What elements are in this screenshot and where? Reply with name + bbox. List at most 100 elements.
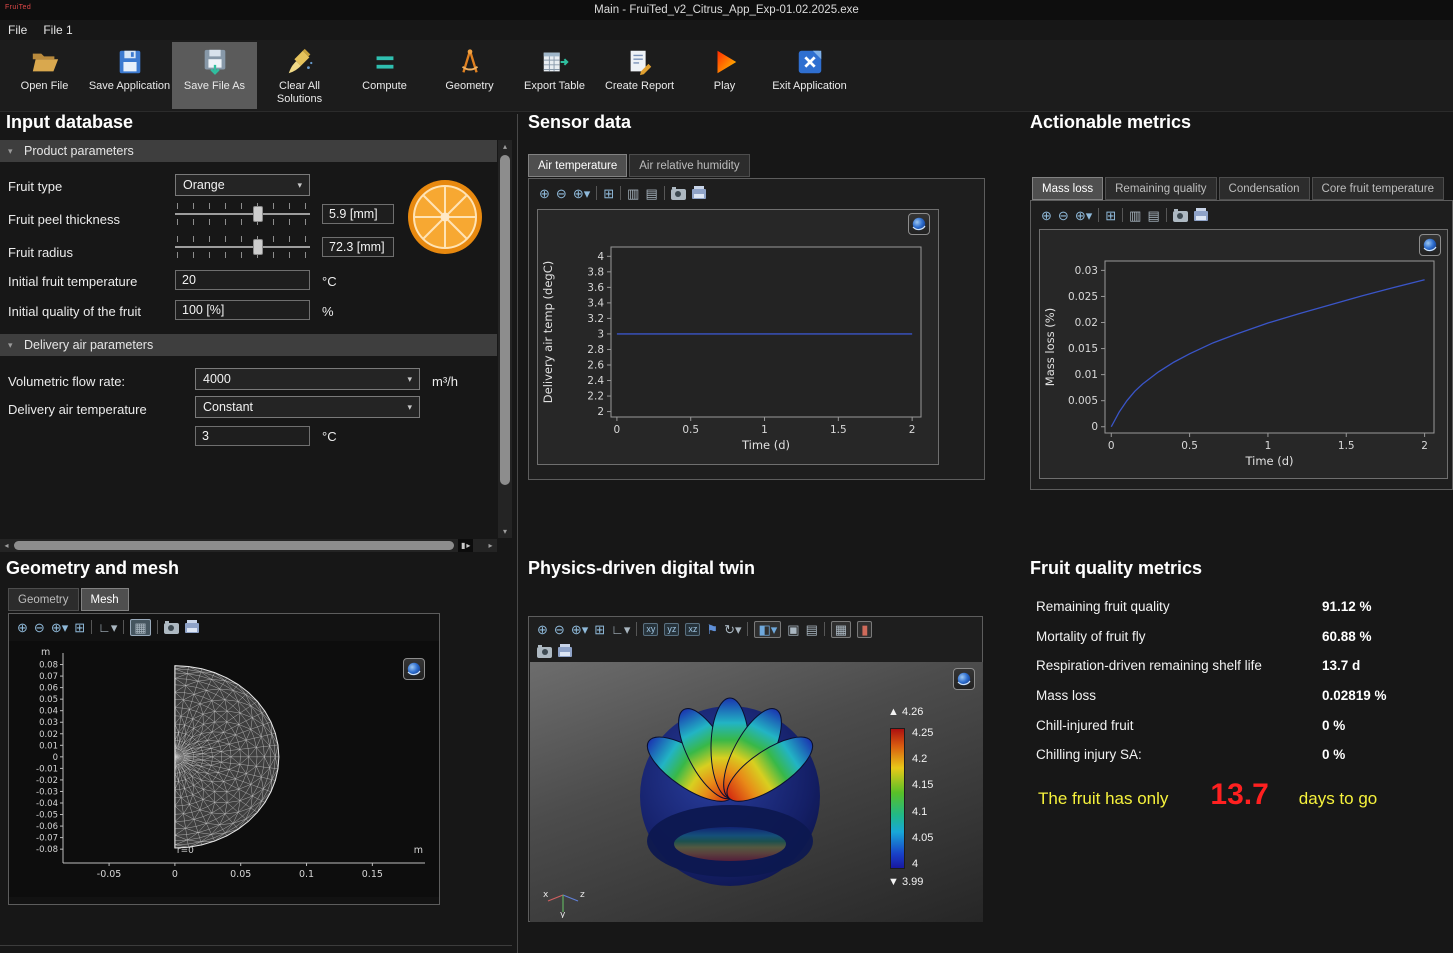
sensor-tab-air-temperature[interactable]: Air temperature <box>528 154 627 177</box>
zoom-in-icon[interactable]: ⊕ <box>537 623 548 636</box>
sensor-tab-air-relative-humidity[interactable]: Air relative humidity <box>629 154 749 177</box>
air-temperature-chart[interactable]: 22.22.42.62.833.23.43.63.8400.511.52Time… <box>539 211 937 463</box>
slider-handle[interactable] <box>253 206 263 222</box>
camera-icon[interactable] <box>164 620 179 633</box>
zoom-box-icon[interactable]: ⊕▾ <box>51 621 68 634</box>
open-file-button[interactable]: Open File <box>2 42 87 109</box>
zoom-box-icon[interactable]: ⊕▾ <box>573 187 590 200</box>
zoom-extents-icon[interactable]: ⊞ <box>74 621 85 634</box>
scrollbar-thumb[interactable] <box>500 155 510 485</box>
export-table-button[interactable]: Export Table <box>512 42 597 109</box>
menu-item-file[interactable]: File <box>8 23 27 37</box>
product-parameters-header[interactable]: ▾ Product parameters <box>0 140 497 162</box>
metrics-tab-mass-loss[interactable]: Mass loss <box>1032 177 1103 200</box>
digital-twin-scene[interactable]: ▲ 4.26 4.254.24.154.14.054 ▼ 3.99 x z y <box>530 662 983 922</box>
zoom-out-icon[interactable]: ⊖ <box>34 621 45 634</box>
print-icon[interactable] <box>692 187 706 200</box>
view-xz-icon[interactable]: xz <box>685 623 700 636</box>
metric-label: Chill-injured fruit <box>1036 718 1322 733</box>
geometry-button[interactable]: Geometry <box>427 42 512 109</box>
delivery-air-parameters-header[interactable]: ▾ Delivery air parameters <box>0 334 497 356</box>
peel-thickness-input[interactable]: 5.9 [mm] <box>322 204 394 224</box>
x-axis-data-icon[interactable]: ▤ <box>1147 209 1159 222</box>
mass-loss-chart[interactable]: 00.0050.010.0150.020.0250.0300.511.52Tim… <box>1041 231 1446 477</box>
view-xy-icon[interactable]: xy <box>643 623 658 636</box>
metrics-tab-remaining-quality[interactable]: Remaining quality <box>1105 177 1216 200</box>
initial-temperature-unit: °C <box>322 274 337 289</box>
clear-all-solutions-button[interactable]: Clear All Solutions <box>257 42 342 109</box>
table-annotation-icon[interactable]: ▦ <box>831 621 851 638</box>
create-report-button[interactable]: Create Report <box>597 42 682 109</box>
zoom-in-icon[interactable]: ⊕ <box>539 187 550 200</box>
fruit-type-select[interactable]: Orange ▾ <box>175 174 310 196</box>
y-axis-data-icon[interactable]: ▥ <box>627 187 639 200</box>
scroll-down-icon[interactable]: ▾ <box>498 525 512 538</box>
view-select-icon[interactable]: ◧▾ <box>754 621 781 638</box>
scroll-right-icon[interactable]: ▸ <box>484 539 497 552</box>
environment-icon[interactable]: ▤ <box>806 623 818 636</box>
peel-thickness-slider[interactable] <box>175 201 310 227</box>
camera-icon[interactable] <box>671 186 686 199</box>
fruit-3d-model[interactable] <box>580 678 880 908</box>
zoom-box-icon[interactable]: ⊕▾ <box>571 623 588 636</box>
zoom-in-icon[interactable]: ⊕ <box>17 621 28 634</box>
x-axis-data-icon[interactable]: ▤ <box>645 187 657 200</box>
bottom-splitter[interactable] <box>0 945 512 946</box>
comsol-logo-button[interactable] <box>908 213 930 235</box>
panel-splitter-grip[interactable]: ▮▸ <box>458 539 473 552</box>
initial-temperature-input[interactable]: 20 <box>175 270 310 290</box>
scene-light-icon[interactable]: ▣ <box>787 623 799 636</box>
comsol-logo-button[interactable] <box>1419 234 1441 256</box>
reset-view-icon[interactable]: ⚑ <box>706 623 718 636</box>
fruit-radius-slider[interactable] <box>175 234 310 260</box>
svg-text:0.07: 0.07 <box>39 672 58 682</box>
mesh-view[interactable]: 0.080.070.060.050.040.030.020.010-0.01-0… <box>9 641 439 897</box>
horizontal-scrollbar[interactable]: ◂ ▮▸ ▸ <box>0 539 497 552</box>
column-divider[interactable] <box>517 114 518 953</box>
scroll-left-icon[interactable]: ◂ <box>0 539 13 552</box>
menu-item-file-1[interactable]: File 1 <box>43 23 72 37</box>
geometry-tab-geometry[interactable]: Geometry <box>8 588 79 611</box>
zoom-out-icon[interactable]: ⊖ <box>556 187 567 200</box>
zoom-extents-icon[interactable]: ⊞ <box>594 623 605 636</box>
zoom-in-icon[interactable]: ⊕ <box>1041 209 1052 222</box>
slider-handle[interactable] <box>253 239 263 255</box>
zoom-box-icon[interactable]: ⊕▾ <box>1075 209 1092 222</box>
exit-application-button[interactable]: Exit Application <box>767 42 852 109</box>
play-button[interactable]: Play <box>682 42 767 109</box>
vertical-scrollbar[interactable]: ▴ ▾ <box>498 140 512 538</box>
camera-icon[interactable] <box>1173 208 1188 221</box>
view-yz-icon[interactable]: yz <box>664 623 679 636</box>
comsol-logo-button[interactable] <box>403 658 425 680</box>
axis-view-icon[interactable]: ∟▾ <box>98 621 117 634</box>
rotate-icon[interactable]: ↻▾ <box>724 623 741 636</box>
grid-active-icon[interactable]: ▦ <box>130 619 150 636</box>
comsol-logo-button[interactable] <box>953 668 975 690</box>
delivery-temperature-value-input[interactable]: 3 <box>195 426 310 446</box>
save-application-button[interactable]: Save Application <box>87 42 172 109</box>
print-icon[interactable] <box>185 621 199 634</box>
axis-view-icon[interactable]: ∟▾ <box>611 623 630 636</box>
fruit-radius-input[interactable]: 72.3 [mm] <box>322 237 394 257</box>
zoom-extents-icon[interactable]: ⊞ <box>603 187 614 200</box>
compute-button[interactable]: Compute <box>342 42 427 109</box>
transparency-icon[interactable]: ▮ <box>857 621 872 638</box>
print-icon[interactable] <box>1194 209 1208 222</box>
geometry-tab-mesh[interactable]: Mesh <box>81 588 129 611</box>
scrollbar-thumb[interactable] <box>14 541 454 550</box>
metrics-tab-condensation[interactable]: Condensation <box>1219 177 1310 200</box>
delivery-temperature-select[interactable]: Constant ▾ <box>195 396 420 418</box>
print-icon[interactable] <box>558 645 572 658</box>
save-file-as-button[interactable]: Save File As <box>172 42 257 109</box>
svg-text:3: 3 <box>597 328 604 340</box>
flow-rate-select[interactable]: 4000 ▾ <box>195 368 420 390</box>
camera-icon[interactable] <box>537 644 552 657</box>
y-axis-data-icon[interactable]: ▥ <box>1129 209 1141 222</box>
zoom-out-icon[interactable]: ⊖ <box>554 623 565 636</box>
scroll-up-icon[interactable]: ▴ <box>498 140 512 153</box>
metrics-tab-core-fruit-temperature[interactable]: Core fruit temperature <box>1312 177 1445 200</box>
svg-text:1.5: 1.5 <box>1338 440 1355 452</box>
initial-quality-input[interactable]: 100 [%] <box>175 300 310 320</box>
zoom-out-icon[interactable]: ⊖ <box>1058 209 1069 222</box>
zoom-extents-icon[interactable]: ⊞ <box>1105 209 1116 222</box>
